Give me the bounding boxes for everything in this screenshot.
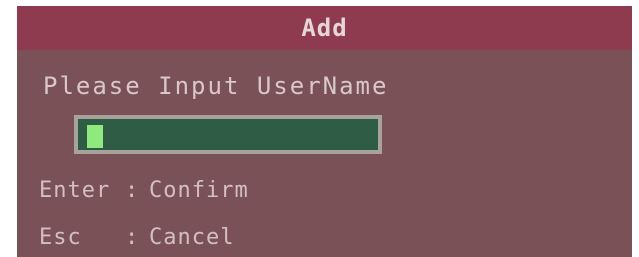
hint-key-enter: Enter [39, 178, 111, 203]
username-input[interactable] [74, 115, 382, 154]
hint-action-cancel: Cancel [149, 225, 235, 250]
hint-separator: : [125, 178, 140, 203]
dialog-title-bar: Add [17, 6, 632, 50]
hint-action-confirm: Confirm [149, 178, 249, 203]
hint-separator: : [125, 225, 140, 250]
username-prompt: Please Input UserName [43, 72, 389, 100]
hint-enter-confirm: Enter: Confirm [39, 178, 249, 203]
add-user-dialog: Add Please Input UserName Enter: Confirm … [17, 6, 632, 257]
text-cursor [87, 125, 103, 148]
hint-key-esc: Esc [39, 225, 82, 250]
hint-esc-cancel: Esc: Cancel [39, 225, 234, 250]
dialog-title: Add [301, 14, 348, 42]
screen: Add Please Input UserName Enter: Confirm … [0, 0, 639, 257]
